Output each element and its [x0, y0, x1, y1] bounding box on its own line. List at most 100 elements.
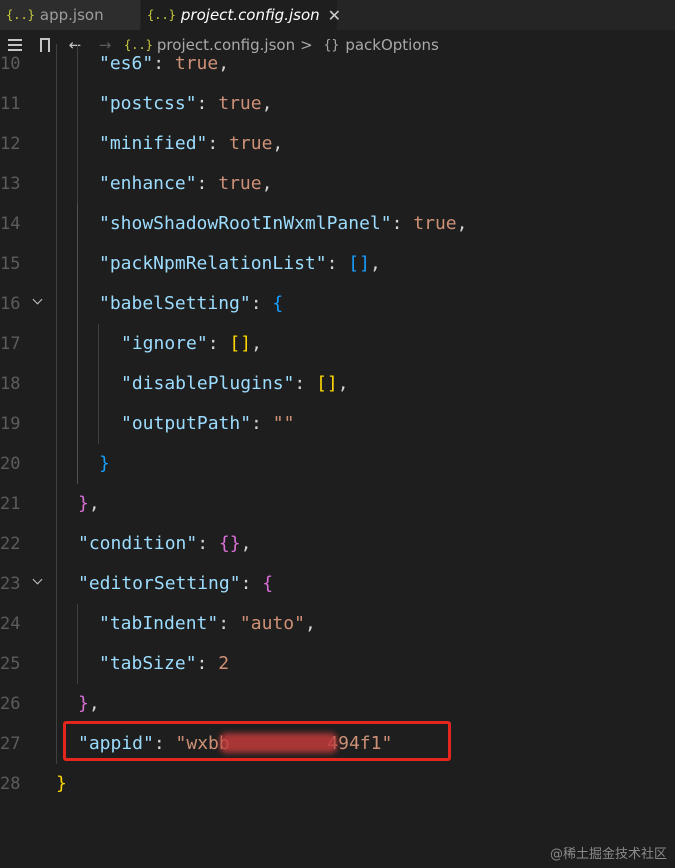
line-number: 19	[0, 414, 21, 434]
code-text: "packNpmRelationList": [],	[99, 244, 381, 284]
code-token: {}	[218, 533, 241, 554]
code-token: ,	[337, 373, 349, 394]
code-line[interactable]: 19 "outputPath": ""	[0, 404, 675, 444]
tab-bar: {..} app.json {..} project.config.json ✕	[0, 0, 675, 30]
code-token: ,	[88, 693, 100, 714]
code-token: ""	[272, 413, 295, 434]
code-token: "condition"	[78, 533, 198, 554]
code-token: }	[78, 693, 89, 714]
code-token: "postcss"	[99, 93, 197, 114]
code-line[interactable]: 25 "tabSize": 2	[0, 644, 675, 684]
code-token: true	[218, 173, 262, 194]
code-text: "postcss": true,	[99, 84, 272, 124]
code-token: ,	[304, 613, 316, 634]
code-text: },	[78, 684, 100, 724]
code-token: :	[218, 613, 240, 634]
code-line[interactable]: 28}	[0, 764, 675, 804]
code-token: :	[250, 293, 273, 314]
code-text: "tabIndent": "auto",	[99, 604, 316, 644]
code-token: :	[240, 573, 263, 594]
code-token: []	[229, 333, 252, 354]
chevron-down-icon[interactable]	[32, 296, 44, 308]
line-number: 23	[0, 574, 21, 594]
code-token: :	[197, 533, 219, 554]
tab-project-config-json[interactable]: {..} project.config.json ✕	[141, 0, 341, 30]
line-number: 24	[0, 614, 21, 634]
code-token: "showShadowRootInWxmlPanel"	[99, 213, 392, 234]
code-token: :	[207, 133, 230, 154]
code-text: "ignore": [],	[121, 324, 262, 364]
code-token: :	[251, 413, 273, 434]
code-token: []	[348, 253, 370, 274]
line-number: 20	[0, 454, 21, 474]
code-token: "babelSetting"	[99, 293, 251, 314]
code-token: :	[326, 253, 349, 274]
line-number: 11	[0, 94, 21, 114]
line-number: 22	[0, 534, 21, 554]
code-token: :	[196, 93, 219, 114]
code-line[interactable]: 18 "disablePlugins": [],	[0, 364, 675, 404]
code-token: ,	[261, 173, 273, 194]
code-line[interactable]: 21},	[0, 484, 675, 524]
code-token: "tabIndent"	[99, 613, 219, 634]
code-token: "editorSetting"	[78, 573, 241, 594]
line-number: 28	[0, 774, 21, 794]
code-line[interactable]: 22 "condition": {},	[0, 524, 675, 564]
code-line[interactable]: 16 "babelSetting": {	[0, 284, 675, 324]
code-line[interactable]: 13 "enhance": true,	[0, 164, 675, 204]
code-token: :	[207, 333, 230, 354]
code-token: }	[99, 453, 110, 474]
close-icon[interactable]: ✕	[328, 6, 341, 25]
line-number: 12	[0, 134, 21, 154]
code-line[interactable]: 26},	[0, 684, 675, 724]
code-line[interactable]: 17 "ignore": [],	[0, 324, 675, 364]
code-text: "babelSetting": {	[99, 284, 283, 324]
code-text: }	[99, 444, 110, 484]
line-number: 14	[0, 214, 21, 234]
code-text: "disablePlugins": [],	[121, 364, 349, 404]
code-text: }	[56, 764, 67, 804]
code-token: true	[174, 53, 219, 74]
code-token: :	[391, 213, 414, 234]
code-token: }	[78, 493, 89, 514]
code-text: "tabSize": 2	[99, 644, 229, 684]
code-token: ,	[218, 53, 230, 74]
code-text: "outputPath": ""	[121, 404, 294, 444]
code-line[interactable]: 11 "postcss": true,	[0, 84, 675, 124]
code-token: :	[196, 653, 219, 674]
code-token: true	[229, 133, 273, 154]
code-line[interactable]: 12 "minified": true,	[0, 124, 675, 164]
code-token: }	[56, 773, 67, 794]
code-line[interactable]: 24 "tabIndent": "auto",	[0, 604, 675, 644]
code-token: ,	[261, 93, 273, 114]
tab-app-json[interactable]: {..} app.json	[0, 0, 140, 30]
line-number: 25	[0, 654, 21, 674]
code-token: {	[272, 293, 284, 314]
code-token: "outputPath"	[121, 413, 252, 434]
code-token: ,	[456, 213, 468, 234]
code-token: ,	[272, 133, 284, 154]
code-line[interactable]: 23 "editorSetting": {	[0, 564, 675, 604]
line-number: 15	[0, 254, 21, 274]
code-text: },	[78, 484, 100, 524]
tab-label: app.json	[39, 6, 104, 24]
code-text: "condition": {},	[78, 524, 251, 564]
code-token: :	[153, 53, 175, 74]
code-line[interactable]: 10 "es6": true,	[0, 44, 675, 84]
code-token: :	[294, 373, 317, 394]
code-token: ,	[251, 333, 262, 354]
code-line[interactable]: 20}	[0, 444, 675, 484]
code-token: {	[262, 573, 274, 594]
code-line[interactable]: 14 "showShadowRootInWxmlPanel": true,	[0, 204, 675, 244]
json-file-icon: {..}	[147, 8, 176, 22]
line-number: 27	[0, 734, 21, 754]
code-token: 2	[218, 653, 230, 674]
code-token: :	[196, 173, 219, 194]
json-file-icon: {..}	[6, 8, 35, 22]
code-editor[interactable]: 10 "es6": true, 11 "postcss": true, 12 "minif…	[0, 44, 675, 824]
code-line[interactable]: 15 "packNpmRelationList": [],	[0, 244, 675, 284]
code-token: []	[316, 373, 338, 394]
chevron-down-icon[interactable]	[32, 576, 44, 588]
code-token: "es6"	[99, 53, 154, 74]
code-token: "disablePlugins"	[121, 373, 295, 394]
